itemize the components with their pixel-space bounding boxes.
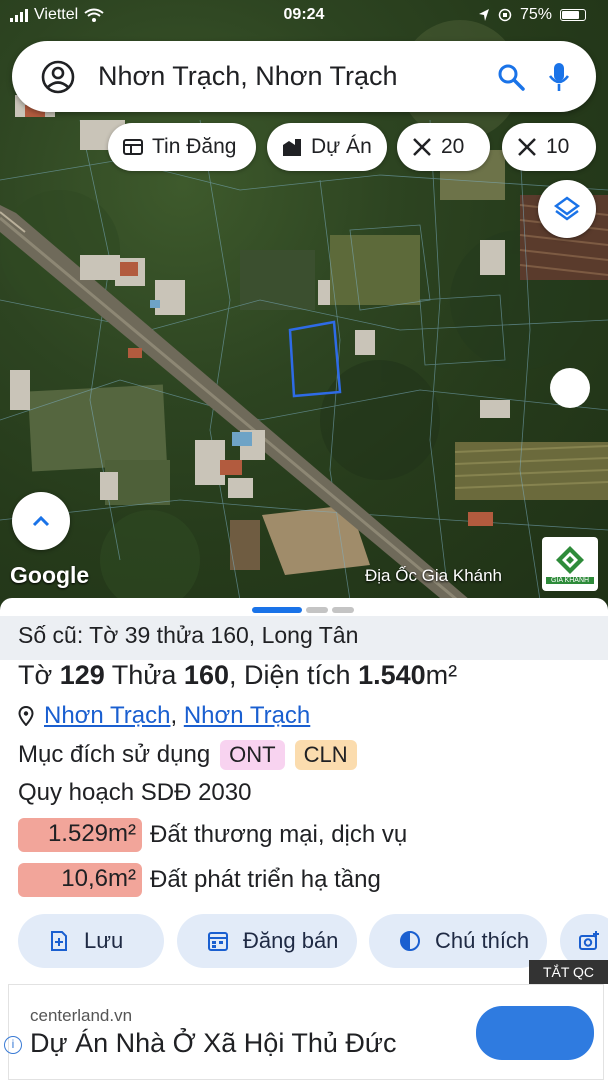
- search-icon[interactable]: [496, 62, 526, 92]
- location-link-district[interactable]: Nhơn Trạch: [44, 702, 170, 729]
- legend-icon: [400, 931, 420, 951]
- status-bar: Viettel 09:24 75%: [0, 0, 608, 34]
- account-icon[interactable]: [40, 59, 76, 95]
- brand-watermark: Địa Ốc Gia Khánh: [365, 566, 503, 585]
- search-query[interactable]: Nhơn Trạch, Nhơn Trạch: [98, 61, 496, 92]
- chip-ruler-10[interactable]: 10: [502, 123, 596, 171]
- chip-ruler-20[interactable]: 20: [397, 123, 490, 171]
- ad-cta-button[interactable]: [476, 1006, 594, 1060]
- ad-info-icon[interactable]: i: [4, 1036, 22, 1054]
- action-buttons: Lưu Đăng bán Chú thích: [0, 914, 608, 968]
- plan-item-area: 1.529m²: [18, 818, 142, 852]
- save-button[interactable]: Lưu: [18, 914, 164, 968]
- ad-banner[interactable]: i centerland.vn Dự Án Nhà Ở Xã Hội Thủ Đ…: [0, 984, 608, 1080]
- filter-chips: Tin Đăng Dự Án 20 10: [0, 123, 608, 171]
- brand-logo-text: GIA KHÁNH: [546, 576, 594, 584]
- ruler-icon: [413, 138, 431, 156]
- legend-button[interactable]: Chú thích: [369, 914, 547, 968]
- plan-item: 1.529m² Đất thương mại, dịch vụ: [18, 818, 407, 852]
- post-for-sale-label: Đăng bán: [243, 928, 339, 953]
- save-plus-icon: [51, 931, 67, 951]
- news-icon: [123, 139, 143, 155]
- screen: Viettel 09:24 75% Nhơn Trạch, Nhơn Trạch…: [0, 0, 608, 1080]
- brand-logo: GIA KHÁNH: [542, 537, 598, 591]
- post-for-sale-button[interactable]: Đăng bán: [177, 914, 357, 968]
- plan-item-area: 10,6m²: [18, 863, 142, 897]
- save-label: Lưu: [84, 928, 124, 953]
- plan-item-label: Đất phát triển hạ tầng: [150, 866, 381, 893]
- plan-item-label: Đất thương mại, dịch vụ: [150, 821, 408, 848]
- plan-item: 10,6m² Đất phát triển hạ tầng: [18, 863, 381, 897]
- battery-icon: [560, 9, 586, 21]
- location-pin-icon: [18, 706, 34, 726]
- ad-domain: centerland.vn: [30, 1006, 133, 1025]
- calendar-icon: [208, 932, 228, 951]
- chevron-up-icon: [32, 515, 50, 527]
- mic-icon[interactable]: [548, 62, 570, 92]
- brand-logo-mark: [556, 545, 584, 574]
- add-photo-icon: [579, 931, 599, 950]
- purpose-tag-cln[interactable]: CLN: [294, 740, 357, 770]
- location-arrow-icon: [478, 9, 489, 21]
- city-icon: [283, 139, 301, 156]
- search-bar[interactable]: Nhơn Trạch, Nhơn Trạch: [12, 41, 596, 112]
- legend-label: Chú thích: [435, 928, 530, 953]
- chip-label: Dự Án: [311, 135, 372, 158]
- orientation-lock-icon: [498, 8, 512, 22]
- chip-label: Tin Đăng: [152, 135, 237, 158]
- location-link-commune[interactable]: Nhơn Trạch: [184, 702, 310, 729]
- ruler-icon: [518, 138, 536, 156]
- sheet-handle[interactable]: [252, 607, 354, 613]
- chip-du-an[interactable]: Dự Án: [267, 123, 387, 171]
- purpose-label: Mục đích sử dụng: [18, 741, 211, 768]
- parcel-location: Nhơn Trạch, Nhơn Trạch: [18, 702, 310, 730]
- chip-label: 10: [546, 135, 570, 158]
- floating-handle[interactable]: [550, 368, 590, 408]
- close-ad-button[interactable]: TẮT QC: [529, 960, 608, 984]
- layers-button[interactable]: [538, 180, 596, 238]
- land-use-purpose: Mục đích sử dụng ONT CLN: [18, 740, 357, 770]
- battery-percent: 75%: [519, 6, 552, 23]
- satellite-map[interactable]: Viettel 09:24 75% Nhơn Trạch, Nhơn Trạch…: [0, 0, 608, 615]
- parcel-info-sheet[interactable]: Số cũ: Tờ 39 thửa 160, Long Tân Tờ 129 T…: [0, 598, 608, 982]
- parcel-title: Tờ 129 Thửa 160, Diện tích 1.540m²: [18, 660, 458, 690]
- chip-tin-dang[interactable]: Tin Đăng: [108, 123, 256, 171]
- chip-label: 20: [441, 135, 465, 158]
- plan-title: Quy hoạch SDĐ 2030: [18, 779, 252, 806]
- old-reference: Số cũ: Tờ 39 thửa 160, Long Tân: [0, 616, 608, 660]
- ad-headline[interactable]: Dự Án Nhà Ở Xã Hội Thủ Đức: [30, 1028, 396, 1059]
- google-attribution: Google: [10, 562, 90, 588]
- purpose-tag-ont[interactable]: ONT: [220, 740, 285, 770]
- layers-icon: [553, 196, 581, 221]
- expand-button[interactable]: [12, 492, 70, 550]
